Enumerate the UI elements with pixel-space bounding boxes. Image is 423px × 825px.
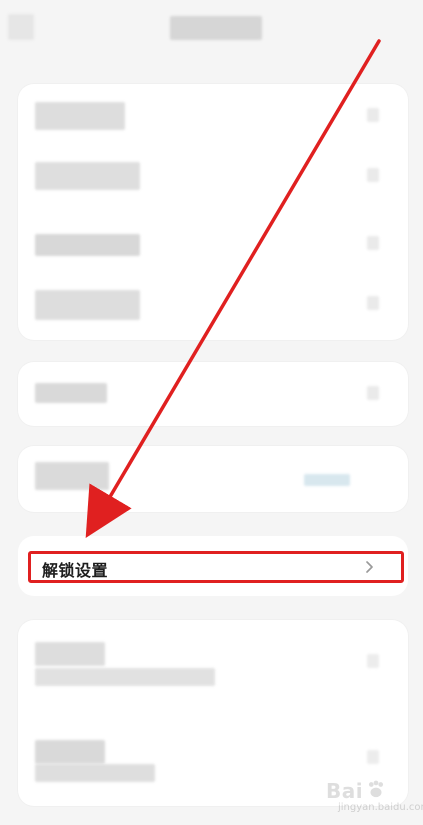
blurred-text-8b: [35, 764, 155, 782]
blurred-chevron-3: [367, 236, 379, 250]
blurred-text-5: [35, 383, 107, 403]
blurred-status-left: [8, 14, 34, 40]
unlock-settings-highlight: [28, 551, 404, 583]
settings-row-1[interactable]: [18, 84, 408, 148]
blurred-text-3: [35, 234, 140, 256]
settings-card-3[interactable]: [18, 446, 408, 512]
blurred-value-6: [304, 474, 350, 486]
blurred-text-4: [35, 290, 140, 320]
settings-row-4[interactable]: [18, 276, 408, 340]
settings-row-5[interactable]: [18, 620, 408, 712]
settings-card-4: [18, 620, 408, 806]
blurred-text-1: [35, 102, 125, 130]
settings-card-2[interactable]: [18, 362, 408, 426]
blurred-text-2: [35, 162, 140, 190]
blurred-chevron-2: [367, 168, 379, 182]
blurred-chevron-5: [367, 386, 379, 400]
blurred-text-7b: [35, 668, 215, 686]
settings-row-3[interactable]: [18, 212, 408, 276]
blurred-chevron-7: [367, 654, 379, 668]
blurred-chevron-8: [367, 750, 379, 764]
blurred-title: [170, 16, 262, 40]
settings-row-6[interactable]: [18, 714, 408, 806]
blurred-chevron-1: [367, 108, 379, 122]
blurred-text-8a: [35, 740, 105, 764]
blurred-chevron-4: [367, 296, 379, 310]
blurred-text-6: [35, 462, 109, 490]
settings-card-1: [18, 84, 408, 340]
settings-row-2[interactable]: [18, 148, 408, 212]
blurred-text-7a: [35, 642, 105, 666]
